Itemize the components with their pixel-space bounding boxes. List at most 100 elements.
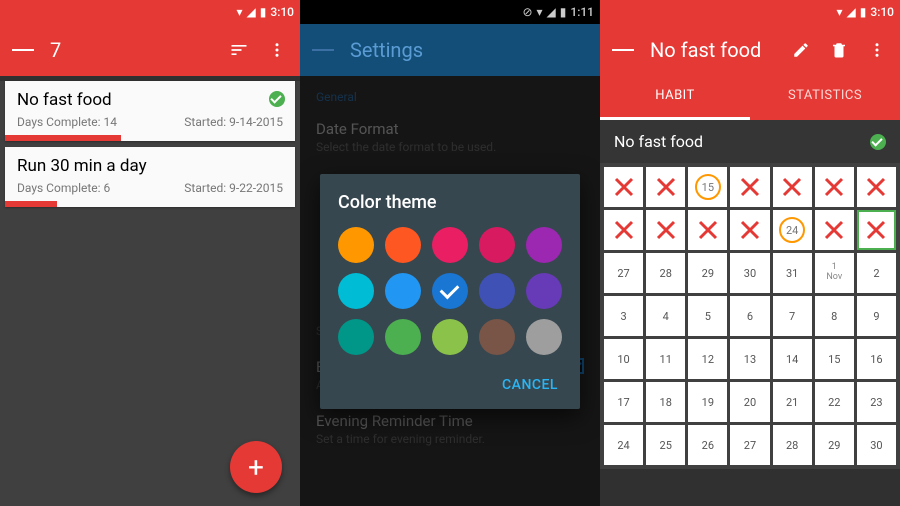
- calendar-cell[interactable]: 11: [646, 339, 685, 379]
- overflow-icon[interactable]: [266, 39, 288, 61]
- started-date: Started: 9-22-2015: [184, 181, 283, 195]
- calendar-cell[interactable]: 17: [604, 382, 643, 422]
- color-swatch[interactable]: [338, 227, 374, 263]
- calendar-cell[interactable]: 28: [646, 253, 685, 293]
- habit-card[interactable]: No fast food Days Complete: 14Started: 9…: [5, 81, 295, 141]
- menu-icon[interactable]: [312, 39, 334, 61]
- color-swatch[interactable]: [432, 273, 468, 309]
- calendar-cell[interactable]: [815, 210, 854, 250]
- color-swatch-grid: [338, 227, 562, 355]
- block-icon: ⊘: [522, 5, 532, 19]
- signal-icon: ◢: [847, 5, 856, 19]
- calendar-cell[interactable]: 16: [857, 339, 896, 379]
- add-habit-fab[interactable]: +: [230, 441, 282, 493]
- days-complete: Days Complete: 14: [17, 115, 117, 129]
- complete-check-icon: [269, 91, 285, 107]
- tab-habit[interactable]: HABIT: [600, 76, 750, 120]
- days-complete: Days Complete: 6: [17, 181, 110, 195]
- calendar-cell[interactable]: 24: [604, 425, 643, 465]
- color-swatch[interactable]: [432, 227, 468, 263]
- calendar-cell[interactable]: [688, 210, 727, 250]
- menu-icon[interactable]: [612, 39, 634, 61]
- sort-icon[interactable]: [228, 39, 250, 61]
- calendar-cell[interactable]: [730, 210, 769, 250]
- calendar-cell[interactable]: [730, 167, 769, 207]
- menu-icon[interactable]: [12, 39, 34, 61]
- color-swatch[interactable]: [479, 273, 515, 309]
- habit-name: No fast food: [614, 132, 703, 151]
- calendar-cell[interactable]: 26: [688, 425, 727, 465]
- calendar-cell[interactable]: 27: [604, 253, 643, 293]
- calendar-cell[interactable]: 30: [730, 253, 769, 293]
- calendar-cell[interactable]: 25: [646, 425, 685, 465]
- color-swatch[interactable]: [526, 273, 562, 309]
- calendar-cell[interactable]: 22: [815, 382, 854, 422]
- calendar-cell[interactable]: [815, 167, 854, 207]
- overflow-icon[interactable]: [866, 39, 888, 61]
- calendar-cell[interactable]: 9: [857, 296, 896, 336]
- calendar-cell[interactable]: 8: [815, 296, 854, 336]
- settings-title: Settings: [350, 38, 588, 62]
- edit-icon[interactable]: [790, 39, 812, 61]
- color-swatch[interactable]: [385, 273, 421, 309]
- color-swatch[interactable]: [479, 227, 515, 263]
- wifi-icon: ▾: [837, 5, 843, 19]
- color-swatch[interactable]: [338, 273, 374, 309]
- calendar-cell[interactable]: 19: [688, 382, 727, 422]
- color-swatch[interactable]: [432, 319, 468, 355]
- dialog-scrim[interactable]: Color theme CANCEL: [300, 76, 600, 506]
- color-theme-dialog: Color theme CANCEL: [320, 174, 580, 409]
- calendar-cell[interactable]: [857, 167, 896, 207]
- calendar-cell[interactable]: [773, 167, 812, 207]
- calendar-cell[interactable]: 29: [815, 425, 854, 465]
- calendar-cell[interactable]: 10: [604, 339, 643, 379]
- calendar-cell[interactable]: 4: [646, 296, 685, 336]
- calendar-cell[interactable]: 20: [730, 382, 769, 422]
- calendar-cell[interactable]: 29: [688, 253, 727, 293]
- color-swatch[interactable]: [385, 319, 421, 355]
- calendar-cell[interactable]: 31: [773, 253, 812, 293]
- calendar-cell[interactable]: 2: [857, 253, 896, 293]
- calendar-cell[interactable]: [857, 210, 896, 250]
- color-swatch[interactable]: [526, 227, 562, 263]
- calendar-cell[interactable]: 14: [773, 339, 812, 379]
- battery-icon: ▮: [260, 5, 267, 19]
- delete-icon[interactable]: [828, 39, 850, 61]
- tab-bar: HABIT STATISTICS: [600, 76, 900, 120]
- calendar-cell[interactable]: [604, 167, 643, 207]
- cancel-button[interactable]: CANCEL: [498, 369, 562, 401]
- tab-statistics[interactable]: STATISTICS: [750, 76, 900, 120]
- calendar-cell[interactable]: [646, 210, 685, 250]
- calendar-cell[interactable]: [646, 167, 685, 207]
- calendar-cell[interactable]: 3: [604, 296, 643, 336]
- calendar-cell[interactable]: 15: [688, 167, 727, 207]
- calendar-cell[interactable]: 12: [688, 339, 727, 379]
- calendar-cell[interactable]: 6: [730, 296, 769, 336]
- calendar-cell[interactable]: 28: [773, 425, 812, 465]
- habit-card[interactable]: Run 30 min a day Days Complete: 6Started…: [5, 147, 295, 207]
- calendar-cell[interactable]: 24: [773, 210, 812, 250]
- started-date: Started: 9-14-2015: [184, 115, 283, 129]
- habit-name-row: No fast food: [600, 120, 900, 163]
- calendar-cell[interactable]: 30: [857, 425, 896, 465]
- calendar-cell[interactable]: 18: [646, 382, 685, 422]
- color-swatch[interactable]: [479, 319, 515, 355]
- complete-check-icon[interactable]: [870, 134, 886, 150]
- status-time: 1:11: [570, 5, 594, 19]
- status-time: 3:10: [270, 5, 294, 19]
- calendar-cell[interactable]: 7: [773, 296, 812, 336]
- calendar-cell[interactable]: 15: [815, 339, 854, 379]
- calendar-cell[interactable]: 5: [688, 296, 727, 336]
- calendar-cell[interactable]: 21: [773, 382, 812, 422]
- calendar-cell[interactable]: 27: [730, 425, 769, 465]
- calendar-cell[interactable]: 23: [857, 382, 896, 422]
- calendar-cell[interactable]: [604, 210, 643, 250]
- app-title: 7: [50, 38, 212, 62]
- settings-list: General Date Format Select the date form…: [300, 76, 600, 506]
- color-swatch[interactable]: [526, 319, 562, 355]
- calendar-cell[interactable]: 1Nov: [815, 253, 854, 293]
- battery-icon: ▮: [560, 5, 567, 19]
- color-swatch[interactable]: [385, 227, 421, 263]
- color-swatch[interactable]: [338, 319, 374, 355]
- calendar-cell[interactable]: 13: [730, 339, 769, 379]
